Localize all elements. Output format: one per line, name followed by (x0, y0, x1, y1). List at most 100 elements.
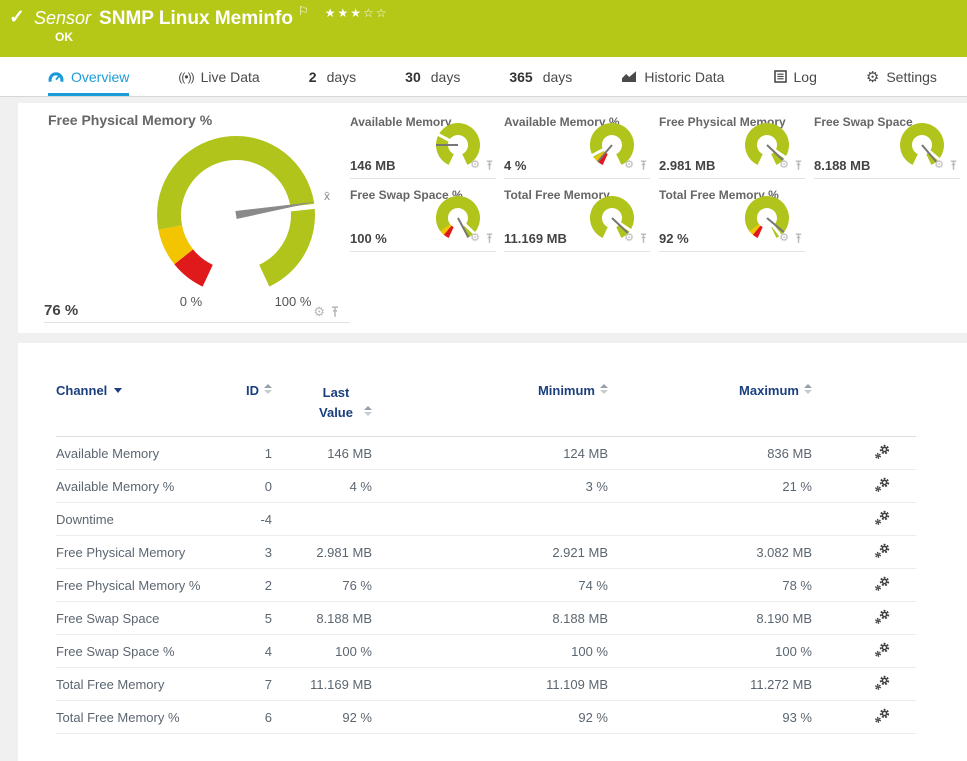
edit-channel-gears-icon[interactable] (874, 444, 891, 463)
channel-maximum: 78 % (608, 568, 812, 602)
gear-icon: ⚙ (865, 68, 880, 86)
table-row: Total Free Memory 7 11.169 MB 11.109 MB … (56, 667, 916, 701)
sort-icon (600, 384, 608, 394)
gauge-free-physical-memory-pct: Free Physical Memory % 0 % 100 % x̄ 76 %… (30, 108, 362, 323)
status-ok-check-icon: ✓ (9, 7, 25, 28)
column-header-id[interactable]: ID (216, 373, 272, 437)
pin-icon[interactable] (639, 160, 648, 171)
column-header-channel[interactable]: Channel (56, 373, 216, 437)
channel-maximum: 3.082 MB (608, 535, 812, 569)
tab-365-days[interactable]: 365 days (509, 57, 572, 96)
channel-last-value: 8.188 MB (272, 601, 372, 635)
panel-separator (350, 251, 496, 252)
gauge-value: 8.188 MB (814, 158, 871, 173)
channel-last-value: 76 % (272, 568, 372, 602)
channel-name[interactable]: Free Swap Space % (56, 634, 216, 668)
table-row: Free Swap Space 5 8.188 MB 8.188 MB 8.19… (56, 601, 916, 635)
channel-name[interactable]: Total Free Memory (56, 667, 216, 701)
panel-settings-gear-icon[interactable]: ⚙ (470, 160, 480, 171)
panel-settings-gear-icon[interactable]: ⚙ (624, 233, 634, 244)
channel-minimum: 11.109 MB (372, 667, 608, 701)
star-rating[interactable]: ★★★☆☆ (325, 6, 389, 20)
channel-minimum: 3 % (372, 469, 608, 503)
channel-minimum: 124 MB (372, 436, 608, 470)
pin-icon[interactable] (485, 160, 494, 171)
panel-separator (504, 251, 650, 252)
panel-separator (504, 178, 650, 179)
channel-id: 0 (216, 469, 272, 503)
gauge-title: Free Physical Memory % (48, 112, 213, 128)
edit-channel-gears-icon[interactable] (874, 576, 891, 595)
gauge-available-memory: Available Memory 146 MB ⚙ (350, 115, 500, 179)
panel-settings-gear-icon[interactable]: ⚙ (779, 233, 789, 244)
column-label: Last Value (319, 385, 353, 420)
tab-label: Live Data (200, 68, 260, 85)
gauge-free-physical-memory: Free Physical Memory 2.981 MB ⚙ (659, 115, 809, 179)
edit-channel-gears-icon[interactable] (874, 708, 891, 727)
tab-label: Historic Data (644, 68, 725, 85)
pin-icon[interactable] (794, 160, 803, 171)
channel-minimum: 74 % (372, 568, 608, 602)
channel-last-value: 4 % (272, 469, 372, 503)
table-row: Total Free Memory % 6 92 % 92 % 93 % (56, 700, 916, 734)
tab-label: Settings (886, 68, 937, 85)
chart-icon (621, 70, 637, 83)
tab-log[interactable]: Log (773, 57, 817, 96)
gauge-value: 76 % (44, 302, 79, 319)
channel-name[interactable]: Available Memory % (56, 469, 216, 503)
gauge-value: 100 % (350, 231, 387, 246)
edit-channel-gears-icon[interactable] (874, 642, 891, 661)
tab-2-days[interactable]: 2 days (309, 57, 356, 96)
channel-name[interactable]: Free Physical Memory (56, 535, 216, 569)
channel-name[interactable]: Free Swap Space (56, 601, 216, 635)
channel-maximum: 21 % (608, 469, 812, 503)
column-header-maximum[interactable]: Maximum (608, 373, 812, 437)
edit-channel-gears-icon[interactable] (874, 543, 891, 562)
pin-icon[interactable] (485, 233, 494, 244)
channels-table-panel: Channel ID Last Value Minimum Maximum Av… (18, 343, 967, 761)
channels-table: Channel ID Last Value Minimum Maximum Av… (56, 373, 916, 734)
column-header-minimum[interactable]: Minimum (372, 373, 608, 437)
tab-settings[interactable]: ⚙ Settings (866, 57, 937, 96)
channel-id: 3 (216, 535, 272, 569)
channel-last-value: 146 MB (272, 436, 372, 470)
table-row: Available Memory % 0 4 % 3 % 21 % (56, 469, 916, 503)
table-row: Free Swap Space % 4 100 % 100 % 100 % (56, 634, 916, 668)
channel-name[interactable]: Free Physical Memory % (56, 568, 216, 602)
edit-channel-gears-icon[interactable] (874, 477, 891, 496)
panel-settings-gear-icon[interactable]: ⚙ (934, 160, 944, 171)
column-header-last-value[interactable]: Last Value (272, 373, 372, 437)
panel-settings-gear-icon[interactable]: ⚙ (313, 305, 325, 318)
tab-label: Log (793, 68, 817, 85)
edit-channel-gears-icon[interactable] (874, 609, 891, 628)
panel-separator (659, 178, 805, 179)
pin-icon[interactable] (794, 233, 803, 244)
status-text: OK (55, 30, 73, 44)
edit-channel-gears-icon[interactable] (874, 675, 891, 694)
sort-icon (804, 384, 812, 394)
tab-30-days[interactable]: 30 days (405, 57, 460, 96)
gauge-min-label: 0 % (179, 294, 203, 309)
panel-settings-gear-icon[interactable]: ⚙ (470, 233, 480, 244)
tab-overview[interactable]: Overview (48, 57, 130, 96)
broadcast-icon: ((•)) (178, 69, 194, 84)
channel-id: 5 (216, 601, 272, 635)
channel-name[interactable]: Available Memory (56, 436, 216, 470)
tab-historic-data[interactable]: Historic Data (621, 57, 724, 96)
gauge-free-swap-space-pct: Free Swap Space % 100 % ⚙ (350, 188, 500, 252)
pin-icon[interactable] (639, 233, 648, 244)
pin-icon[interactable] (330, 305, 340, 318)
priority-flag-icon[interactable]: ⚐ (298, 4, 309, 18)
channel-minimum: 100 % (372, 634, 608, 668)
panel-settings-gear-icon[interactable]: ⚙ (624, 160, 634, 171)
channel-name[interactable]: Downtime (56, 502, 216, 536)
channel-maximum: 8.190 MB (608, 601, 812, 635)
panel-settings-gear-icon[interactable]: ⚙ (779, 160, 789, 171)
gauge-max-label: 100 % (274, 294, 312, 309)
pin-icon[interactable] (949, 160, 958, 171)
gauge-dial (126, 135, 346, 310)
edit-channel-gears-icon[interactable] (874, 510, 891, 529)
channel-name[interactable]: Total Free Memory % (56, 700, 216, 734)
tab-live-data[interactable]: ((•)) Live Data (178, 57, 259, 96)
average-marker-label: x̄ (324, 189, 330, 203)
